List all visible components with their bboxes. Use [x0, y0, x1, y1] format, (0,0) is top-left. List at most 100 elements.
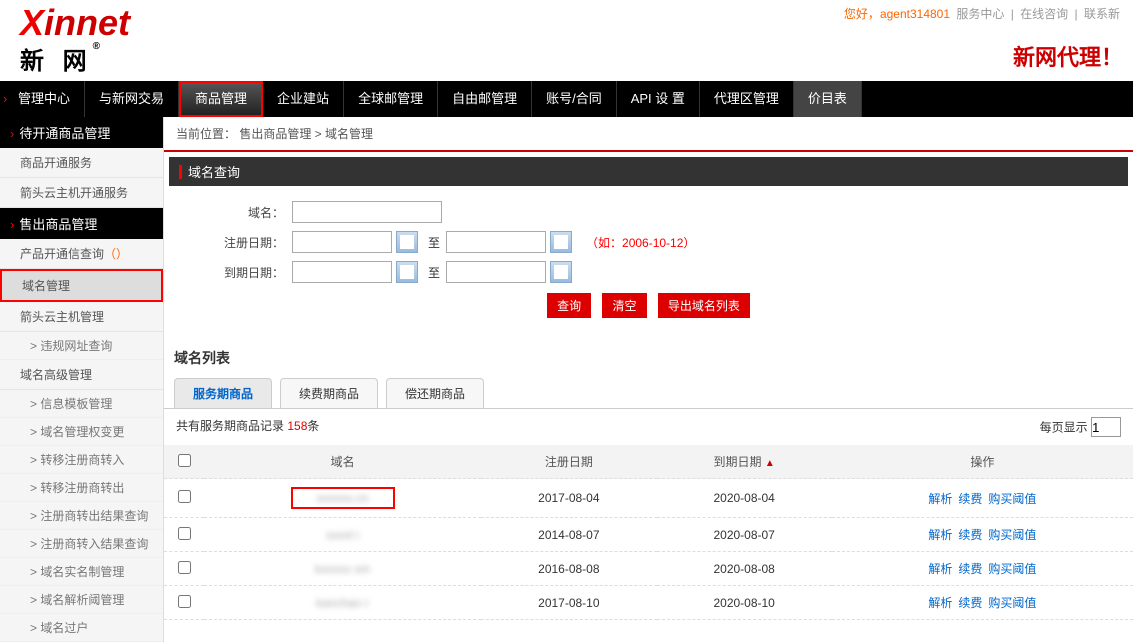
nav-admin-center[interactable]: 管理中心	[0, 81, 85, 117]
tab-redeem[interactable]: 偿还期商品	[386, 378, 484, 408]
top-links: 您好，agent314801 服务中心 | 在线咨询 | 联系新	[844, 5, 1123, 22]
reg-to-input[interactable]	[446, 231, 546, 253]
nav-trade[interactable]: 与新网交易	[85, 81, 179, 117]
sidebar-item[interactable]: 域名管理	[0, 269, 163, 302]
domain-cell[interactable]: kxxxxx sm	[204, 552, 481, 586]
side-header-pending[interactable]: 待开通商品管理	[0, 117, 163, 148]
list-title: 域名列表	[164, 338, 1133, 378]
sidebar-item[interactable]: 产品开通信查询（）	[0, 239, 163, 269]
search-button[interactable]: 查询	[547, 293, 591, 318]
link-online[interactable]: 在线咨询	[1020, 7, 1068, 21]
op-link[interactable]: 续费	[958, 562, 982, 576]
side-header-sold[interactable]: 售出商品管理	[0, 208, 163, 239]
op-link[interactable]: 解析	[928, 528, 952, 542]
page-size: 每页显示	[1040, 417, 1121, 437]
sidebar-item[interactable]: > 注册商转入结果查询	[0, 530, 163, 558]
nav-api[interactable]: API 设 置	[617, 81, 700, 117]
side-open-service[interactable]: 商品开通服务	[0, 148, 163, 178]
sidebar-item[interactable]: > 域名解析阈管理	[0, 586, 163, 614]
tab-renew[interactable]: 续费期商品	[280, 378, 378, 408]
tab-service[interactable]: 服务期商品	[174, 378, 272, 408]
op-link[interactable]: 续费	[958, 596, 982, 610]
nav-freemail[interactable]: 自由邮管理	[438, 81, 532, 117]
sidebar-item[interactable]: 箭头云主机管理	[0, 302, 163, 332]
reg-from-input[interactable]	[292, 231, 392, 253]
logo: Xinnet 新 网®	[20, 5, 130, 76]
op-link[interactable]: 购买阈值	[988, 562, 1036, 576]
table-row: xxxxxx.cn2017-08-042020-08-04解析续费购买阈值	[164, 479, 1133, 518]
side-open-cloud[interactable]: 箭头云主机开通服务	[0, 178, 163, 208]
calendar-icon[interactable]	[396, 231, 418, 253]
label-domain: 域名：	[184, 204, 284, 221]
select-all-checkbox[interactable]	[178, 454, 191, 467]
count-text: 共有服务期商品记录 158条	[176, 417, 319, 437]
reg-date: 2017-08-10	[481, 586, 656, 620]
row-checkbox[interactable]	[178, 490, 191, 503]
domain-table: 域名 注册日期 到期日期 ▲ 操作 xxxxxx.cn2017-08-04202…	[164, 445, 1133, 620]
exp-date: 2020-08-04	[657, 479, 832, 518]
export-button[interactable]: 导出域名列表	[658, 293, 750, 318]
op-link[interactable]: 续费	[958, 528, 982, 542]
row-checkbox[interactable]	[178, 595, 191, 608]
table-row: kxxxxx sm2016-08-082020-08-08解析续费购买阈值	[164, 552, 1133, 586]
brand-right: 新网代理！	[1013, 40, 1123, 72]
op-link[interactable]: 购买阈值	[988, 596, 1036, 610]
clear-button[interactable]: 清空	[602, 293, 646, 318]
calendar-icon[interactable]	[396, 261, 418, 283]
exp-to-input[interactable]	[446, 261, 546, 283]
op-link[interactable]: 续费	[958, 492, 982, 506]
op-link[interactable]: 解析	[928, 562, 952, 576]
link-contact[interactable]: 联系新	[1084, 7, 1120, 21]
th-reg[interactable]: 注册日期	[481, 445, 656, 479]
ops-cell: 解析续费购买阈值	[832, 479, 1133, 518]
reg-date: 2017-08-04	[481, 479, 656, 518]
op-link[interactable]: 购买阈值	[988, 528, 1036, 542]
ops-cell: 解析续费购买阈值	[832, 552, 1133, 586]
sidebar-item[interactable]: 域名高级管理	[0, 360, 163, 390]
nav-agent[interactable]: 代理区管理	[700, 81, 794, 117]
ops-cell: 解析续费购买阈值	[832, 518, 1133, 552]
main-nav: 管理中心 与新网交易 商品管理 企业建站 全球邮管理 自由邮管理 账号/合同 A…	[0, 81, 1133, 117]
nav-product-manage[interactable]: 商品管理	[179, 81, 263, 117]
th-exp[interactable]: 到期日期 ▲	[657, 445, 832, 479]
calendar-icon[interactable]	[550, 231, 572, 253]
breadcrumb: 当前位置： 售出商品管理 > 域名管理	[164, 117, 1133, 152]
sidebar-item[interactable]: > 转移注册商转入	[0, 446, 163, 474]
sidebar-item[interactable]: > 域名过户	[0, 614, 163, 642]
domain-cell[interactable]: xxxxxx.cn	[204, 479, 481, 518]
table-row: kanchan r2017-08-102020-08-10解析续费购买阈值	[164, 586, 1133, 620]
th-ops: 操作	[832, 445, 1133, 479]
row-checkbox[interactable]	[178, 527, 191, 540]
exp-date: 2020-08-07	[657, 518, 832, 552]
reg-date: 2014-08-07	[481, 518, 656, 552]
sidebar-item[interactable]: > 域名实名制管理	[0, 558, 163, 586]
domain-cell[interactable]: sxxxl i	[204, 518, 481, 552]
link-service[interactable]: 服务中心	[956, 7, 1004, 21]
page-size-input[interactable]	[1091, 417, 1121, 437]
sidebar-item[interactable]: > 注册商转出结果查询	[0, 502, 163, 530]
op-link[interactable]: 解析	[928, 492, 952, 506]
row-checkbox[interactable]	[178, 561, 191, 574]
sidebar-item[interactable]: > 域名管理权变更	[0, 418, 163, 446]
nav-account[interactable]: 账号/合同	[532, 81, 617, 117]
domain-input[interactable]	[292, 201, 442, 223]
table-row: sxxxl i2014-08-072020-08-07解析续费购买阈值	[164, 518, 1133, 552]
nav-site[interactable]: 企业建站	[263, 81, 344, 117]
sidebar-item[interactable]: > 信息模板管理	[0, 390, 163, 418]
op-link[interactable]: 购买阈值	[988, 492, 1036, 506]
label-reg: 注册日期：	[184, 234, 284, 251]
ops-cell: 解析续费购买阈值	[832, 586, 1133, 620]
th-domain[interactable]: 域名	[204, 445, 481, 479]
sidebar: 待开通商品管理 商品开通服务 箭头云主机开通服务 售出商品管理 产品开通信查询（…	[0, 117, 164, 642]
sort-icon: ▲	[765, 458, 775, 469]
exp-from-input[interactable]	[292, 261, 392, 283]
domain-cell[interactable]: kanchan r	[204, 586, 481, 620]
panel-title: 域名查询	[169, 157, 1128, 186]
nav-globalmail[interactable]: 全球邮管理	[344, 81, 438, 117]
op-link[interactable]: 解析	[928, 596, 952, 610]
sidebar-item[interactable]: > 转移注册商转出	[0, 474, 163, 502]
sidebar-item[interactable]: > 违规网址查询	[0, 332, 163, 360]
calendar-icon[interactable]	[550, 261, 572, 283]
nav-price[interactable]: 价目表	[794, 81, 862, 117]
date-hint: （如：2006-10-12）	[586, 234, 695, 251]
